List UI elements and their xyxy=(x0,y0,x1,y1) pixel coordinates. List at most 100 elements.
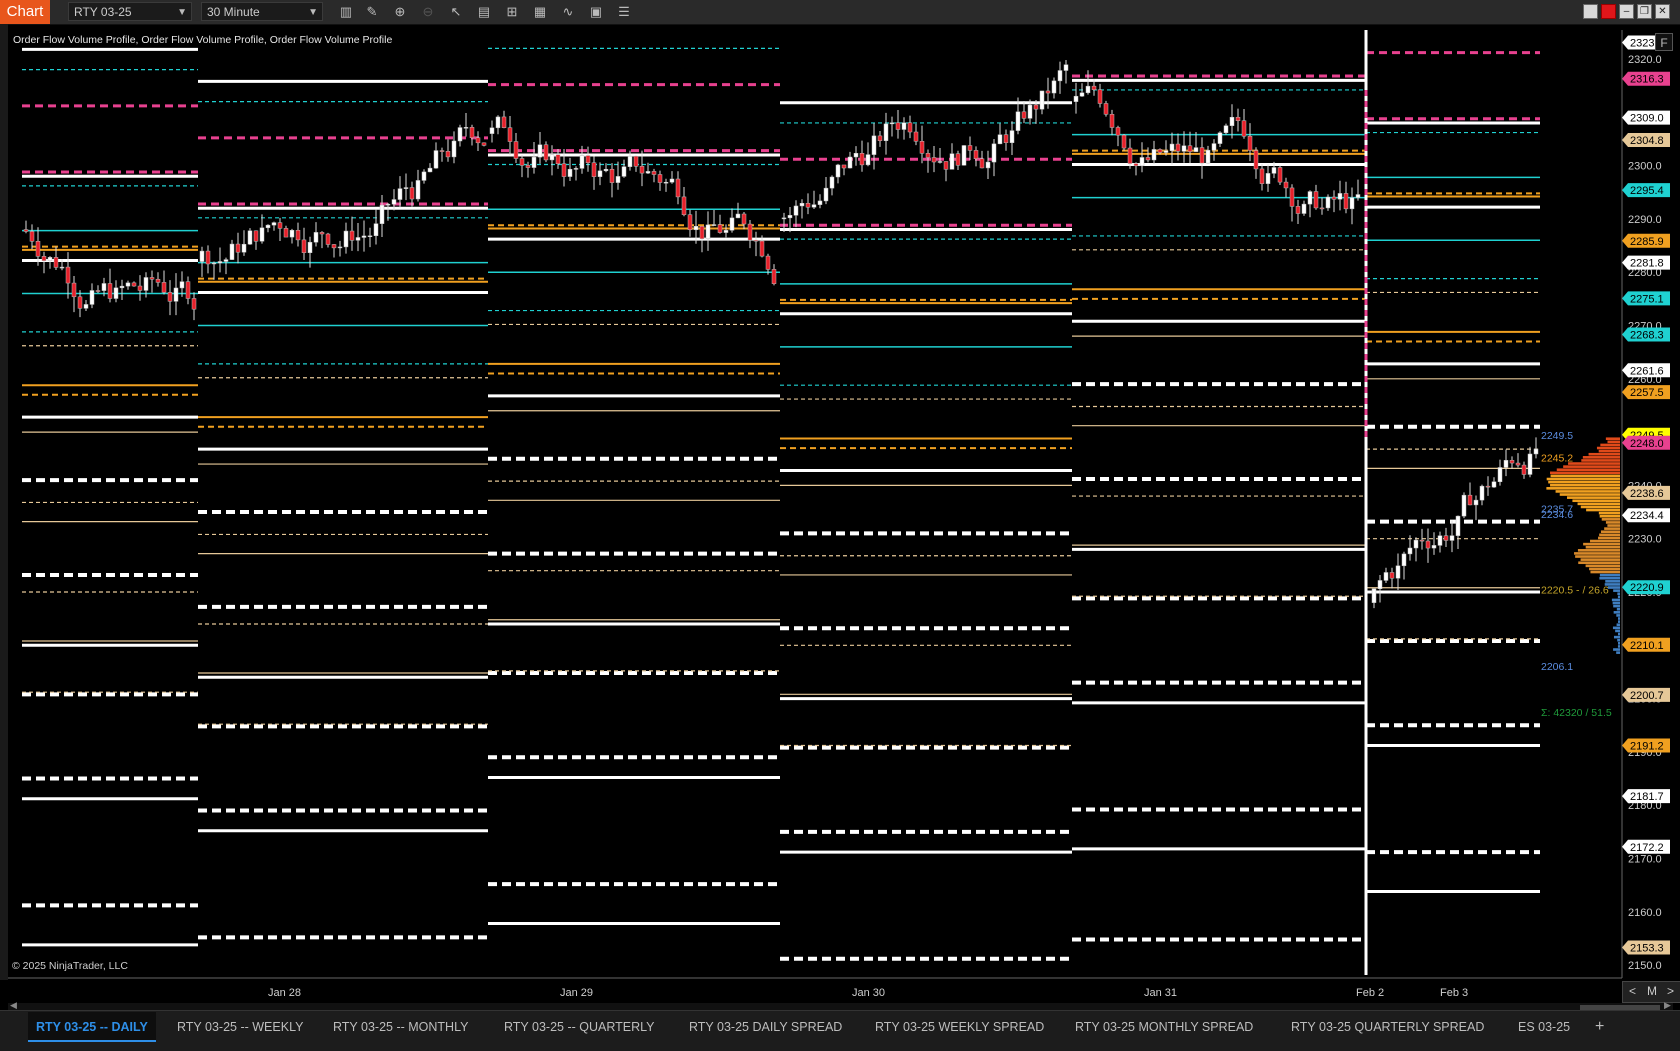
candle-body-8 xyxy=(71,282,77,298)
profile-bar-28 xyxy=(1607,524,1620,527)
candle-body-43 xyxy=(283,228,289,238)
candle-body-197 xyxy=(1217,132,1223,144)
candle-body-162 xyxy=(1003,134,1009,143)
candle-body-61 xyxy=(391,199,397,205)
candle-body-117 xyxy=(729,217,735,231)
axis-tick-2: 2290.0 xyxy=(1628,214,1662,226)
x-label-feb2: Feb 2 xyxy=(1356,987,1385,999)
price-flag-label-13: 2238.6 xyxy=(1630,488,1664,500)
candle-body-28 xyxy=(191,298,197,310)
candle-body-23 xyxy=(161,282,167,293)
candle-body-119 xyxy=(741,213,747,225)
chart-canvas[interactable]: 2320.02300.02290.02280.02270.02260.02250… xyxy=(0,0,1680,1050)
candle-body-241 xyxy=(1491,481,1497,488)
candle-body-84 xyxy=(531,156,537,168)
candle-body-155 xyxy=(961,145,967,166)
candle-body-226 xyxy=(1401,553,1407,567)
add-tab-button[interactable]: + xyxy=(1587,1012,1612,1040)
zoom-mode-button[interactable]: M xyxy=(1647,982,1657,1000)
axis-tick-15: 2160.0 xyxy=(1628,907,1662,919)
candle-body-225 xyxy=(1395,565,1401,579)
zoom-controls[interactable]: < M > xyxy=(1622,981,1680,1003)
candle-body-44 xyxy=(289,230,295,238)
candle-body-212 xyxy=(1307,191,1313,205)
tab-rty-daily-spread[interactable]: RTY 03-25 DAILY SPREAD xyxy=(681,1012,850,1040)
candle-body-4 xyxy=(47,257,53,262)
candle-body-89 xyxy=(561,163,567,177)
candle-body-69 xyxy=(439,150,445,152)
candle-body-209 xyxy=(1289,187,1295,207)
candle-body-6 xyxy=(59,266,65,269)
profile-bar-52 xyxy=(1611,598,1620,602)
profile-bar-67 xyxy=(1617,645,1620,648)
candle-body-128 xyxy=(799,202,805,207)
candle-body-56 xyxy=(361,235,367,238)
candle-body-135 xyxy=(841,164,847,169)
candle-body-77 xyxy=(489,127,495,134)
candle-body-142 xyxy=(883,123,889,141)
tab-rty-daily[interactable]: RTY 03-25 -- DAILY xyxy=(28,1012,156,1042)
candle-body-27 xyxy=(185,281,191,299)
zoom-left-button[interactable]: < xyxy=(1629,982,1636,1000)
candle-body-179 xyxy=(1109,114,1115,128)
tab-es[interactable]: ES 03-25 xyxy=(1510,1012,1578,1040)
tab-rty-quarterly-spread[interactable]: RTY 03-25 QUARTERLY SPREAD xyxy=(1283,1012,1492,1040)
price-flag-label-3: 2304.8 xyxy=(1630,135,1664,147)
price-flag-label-17: 2200.7 xyxy=(1630,690,1664,702)
profile-bar-40 xyxy=(1578,561,1620,565)
profile-bar-51 xyxy=(1617,595,1620,599)
candle-body-55 xyxy=(355,237,361,241)
candle-body-53 xyxy=(343,230,349,248)
candle-body-218 xyxy=(1343,193,1349,210)
candle-body-90 xyxy=(567,168,573,177)
candle-body-243 xyxy=(1503,460,1509,468)
candle-body-169 xyxy=(1045,90,1051,94)
profile-bar-49 xyxy=(1613,589,1620,592)
candle-body-160 xyxy=(991,143,997,163)
candle-body-206 xyxy=(1271,167,1277,174)
tab-rty-weekly-spread[interactable]: RTY 03-25 WEEKLY SPREAD xyxy=(867,1012,1052,1040)
candle-body-166 xyxy=(1027,104,1033,119)
profile-bar-0 xyxy=(1605,437,1620,441)
price-flag-label-7: 2275.1 xyxy=(1630,293,1664,305)
zoom-right-button[interactable]: > xyxy=(1667,982,1674,1000)
candle-body-54 xyxy=(349,230,355,241)
tab-rty-monthly[interactable]: RTY 03-25 -- MONTHLY xyxy=(325,1012,476,1040)
tab-rty-weekly[interactable]: RTY 03-25 -- WEEKLY xyxy=(169,1012,311,1040)
candle-body-161 xyxy=(997,134,1003,145)
tab-rty-quarterly[interactable]: RTY 03-25 -- QUARTERLY xyxy=(496,1012,663,1040)
candle-body-48 xyxy=(313,232,319,243)
profile-bar-4 xyxy=(1598,449,1620,453)
candle-body-163 xyxy=(1009,130,1015,143)
candle-body-100 xyxy=(627,155,633,167)
candle-body-10 xyxy=(83,304,89,309)
candle-body-120 xyxy=(747,223,753,241)
candle-body-132 xyxy=(823,187,829,202)
profile-bar-2 xyxy=(1600,443,1620,447)
candle-body-22 xyxy=(155,278,161,283)
candle-body-104 xyxy=(651,171,657,175)
candle-body-195 xyxy=(1205,149,1211,164)
candle-body-66 xyxy=(421,171,427,181)
candle-body-154 xyxy=(955,153,961,166)
f-button[interactable]: F xyxy=(1655,33,1673,51)
profile-bar-17 xyxy=(1555,490,1620,493)
tab-rty-monthly-spread[interactable]: RTY 03-25 MONTHLY SPREAD xyxy=(1067,1012,1261,1040)
candle-body-52 xyxy=(337,246,343,249)
candle-body-230 xyxy=(1425,540,1431,549)
candle-body-11 xyxy=(89,290,95,305)
candle-body-125 xyxy=(781,217,787,220)
candle-body-215 xyxy=(1325,196,1331,209)
candle-body-232 xyxy=(1437,535,1443,546)
candle-body-65 xyxy=(415,180,421,200)
profile-bar-54 xyxy=(1613,604,1620,608)
candle-body-182 xyxy=(1127,147,1133,164)
profile-label-0: 2249.5 xyxy=(1541,430,1573,442)
candle-body-147 xyxy=(913,131,919,142)
candle-body-213 xyxy=(1313,191,1319,209)
profile-label-1: 2245.2 xyxy=(1541,453,1573,465)
candle-body-29 xyxy=(199,250,205,262)
candle-body-208 xyxy=(1283,181,1289,189)
candle-body-164 xyxy=(1015,111,1021,131)
candle-body-60 xyxy=(385,203,391,206)
